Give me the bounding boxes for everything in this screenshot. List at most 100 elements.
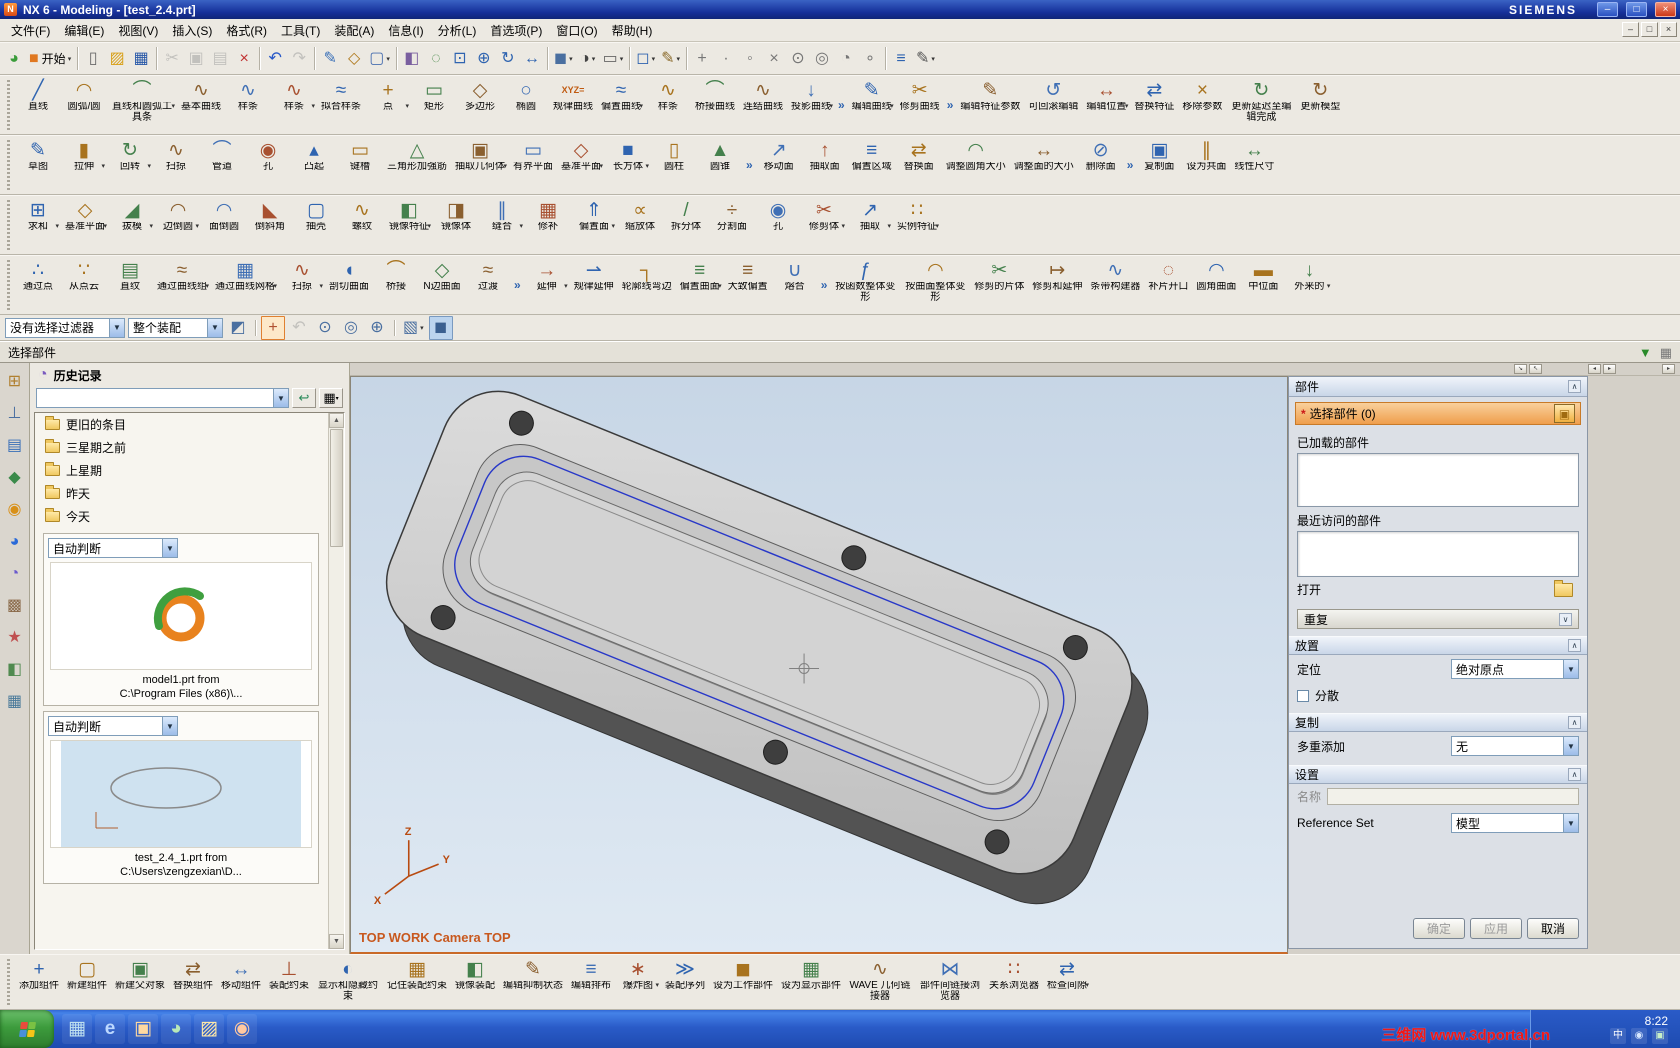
select-previous-button[interactable]: ⊙ — [313, 316, 337, 340]
dropdown-arrow-icon[interactable]: ▾ — [935, 222, 939, 230]
toolbar-button[interactable]: ✎编辑曲线▾ — [848, 76, 896, 134]
toolbar-button[interactable]: ↻更新模型 — [1296, 76, 1344, 134]
toolbar-button[interactable]: ⇀规律延伸 — [570, 256, 618, 314]
zoom-button[interactable]: ⊕ — [472, 47, 496, 71]
redo-button[interactable]: ↷ — [287, 47, 311, 71]
toolbar-button[interactable]: ≈拟合样条 — [317, 76, 365, 134]
dropdown-arrow-icon[interactable]: ▾ — [564, 282, 568, 290]
maximize-button[interactable]: □ — [1626, 2, 1647, 17]
selection-filter-dropdown[interactable]: 没有选择过滤器 ▼ — [5, 318, 125, 338]
toolbar-button[interactable]: ∵从点云 — [61, 256, 107, 314]
dropdown-arrow-icon[interactable]: ▾ — [205, 282, 209, 290]
snap-toggle-button[interactable]: ⊕ — [365, 316, 389, 340]
toolbar-overflow-button[interactable]: » — [835, 98, 848, 112]
select-part-icon[interactable]: ▣ — [1554, 404, 1575, 423]
collapse-chevron-icon[interactable]: ∧ — [1568, 768, 1581, 781]
toolbar-button[interactable]: ✂修剪曲线 — [896, 76, 944, 134]
toolbar-overflow-button[interactable]: » — [743, 158, 756, 172]
dropdown-arrow-icon[interactable]: ▾ — [599, 162, 603, 170]
language-indicator-button[interactable]: 中 — [1610, 1028, 1626, 1044]
toolbar-button[interactable]: ▭有界平面 — [509, 136, 557, 194]
toolbar-button[interactable]: ◠按曲面整体变形 — [900, 256, 970, 314]
dropdown-arrow-icon[interactable]: ▾ — [890, 102, 894, 110]
reference-set-dropdown[interactable]: 模型 ▼ — [1451, 813, 1579, 833]
toolbar-grip[interactable] — [7, 140, 10, 190]
toolbar-button[interactable]: ▢新建组件 — [63, 955, 111, 1009]
toolbar-button[interactable]: →延伸▾ — [524, 256, 570, 314]
toolbar-button[interactable]: ▭矩形 — [411, 76, 457, 134]
multiple-add-dropdown[interactable]: 无 ▼ — [1451, 736, 1579, 756]
document-close-button[interactable]: × — [1660, 22, 1677, 37]
toolbar-button[interactable]: /拆分体 — [663, 196, 709, 254]
render-style-button[interactable]: ▭▾ — [600, 47, 627, 71]
document-minimize-button[interactable]: – — [1622, 22, 1639, 37]
shaded-view-button[interactable]: ◼▾ — [551, 47, 576, 71]
toolbar-button[interactable]: ■长方体▾ — [605, 136, 651, 194]
history-palette-button[interactable]: ◔ — [4, 563, 26, 585]
nx-logo-button[interactable]: ◕ — [2, 47, 26, 71]
apply-button[interactable]: 应用 — [1470, 918, 1522, 939]
toolbar-button[interactable]: ▦记住装配约束 — [383, 955, 451, 1009]
toolbar-button[interactable]: ✎编辑特征参数 — [956, 76, 1024, 134]
toolbar-button[interactable]: ⇄替换面 — [896, 136, 942, 194]
toolbar-button[interactable]: ⇄替换特征 — [1130, 76, 1178, 134]
toolbar-button[interactable]: ◇基准平面▾ — [557, 136, 605, 194]
toolbar-button[interactable]: ◠圆弧/圆 — [61, 76, 107, 134]
toolbar-button[interactable]: ≈偏置曲线▾ — [597, 76, 645, 134]
document-restore-button[interactable]: □ — [1641, 22, 1658, 37]
reuse-library-button[interactable]: ◆ — [4, 467, 26, 489]
toolbar-button[interactable]: ◼设为工作部件 — [709, 955, 777, 1009]
half-shade-button[interactable]: ◑▾ — [576, 47, 600, 71]
toolbar-button[interactable]: ∿基本曲线 — [177, 76, 225, 134]
history-entry-card[interactable]: 自动判断▼test_2.4_1.prt fromC:\Users\zengzex… — [43, 711, 319, 884]
toolbar-button[interactable]: ⌒桥接 — [373, 256, 419, 314]
update-status-icon[interactable]: ▼ — [1639, 346, 1652, 359]
toolbar-grip[interactable] — [7, 959, 10, 1005]
toolbar-button[interactable]: ∗爆炸图▾ — [615, 955, 661, 1009]
toolbar-button[interactable]: +点▾ — [365, 76, 411, 134]
entry-mode-dropdown[interactable]: 自动判断▼ — [48, 538, 178, 558]
toolbar-button[interactable]: ◇基准平面▾ — [61, 196, 109, 254]
toolbar-button[interactable]: ▭键槽 — [337, 136, 383, 194]
panel-expand-icon[interactable]: ▸ — [1662, 364, 1675, 374]
toolbar-button[interactable]: ⊞求和▾ — [15, 196, 61, 254]
history-scrollbar[interactable]: ▲ ▼ — [328, 413, 344, 949]
dropdown-arrow-icon[interactable]: ▾ — [1327, 282, 1331, 290]
toolbar-button[interactable]: ⊥装配约束 — [265, 955, 313, 1009]
loaded-parts-list[interactable] — [1297, 453, 1579, 507]
toolbar-button[interactable]: ◠面倒圆 — [201, 196, 247, 254]
cancel-button[interactable]: 取消 — [1527, 918, 1579, 939]
toolbar-button[interactable]: ▢抽壳 — [293, 196, 339, 254]
toolbar-button[interactable]: ◉孔 — [245, 136, 291, 194]
collapse-chevron-icon[interactable]: ∧ — [1568, 380, 1581, 393]
toolbar-button[interactable]: ⇄替换组件 — [169, 955, 217, 1009]
history-folder-item[interactable]: 今天 — [35, 505, 327, 528]
window-switch-button[interactable]: ▢▾ — [366, 47, 393, 71]
placement-section-header[interactable]: 放置 ∧ — [1289, 636, 1587, 655]
toolbar-overflow-button[interactable]: » — [944, 98, 957, 112]
save-button[interactable]: ▦ — [129, 47, 153, 71]
history-entry-card[interactable]: 自动判断▼model1.prt fromC:\Program Files (x8… — [43, 533, 319, 706]
expand-chevron-icon[interactable]: ∨ — [1559, 613, 1572, 626]
customize-button[interactable]: ✎▾ — [913, 47, 938, 71]
toolbar-button[interactable]: ✎草图 — [15, 136, 61, 194]
toolbar-button[interactable]: ∿连结曲线 — [739, 76, 787, 134]
dropdown-arrow-icon[interactable]: ▾ — [101, 162, 105, 170]
toolbar-button[interactable]: ∿样条 — [645, 76, 691, 134]
point-on-curve-button[interactable]: ∘ — [858, 47, 882, 71]
rectangle-select-button[interactable]: ▧▾ — [400, 316, 427, 340]
intersection-point-button[interactable]: ⊙ — [786, 47, 810, 71]
scrollbar-thumb[interactable] — [330, 429, 343, 547]
positioning-dropdown[interactable]: 绝对原点 ▼ — [1451, 659, 1579, 679]
toolbar-button[interactable]: ◨镜像体 — [433, 196, 479, 254]
toolbar-button[interactable]: ✎编辑抑制状态 — [499, 955, 567, 1009]
toolbar-button[interactable]: ▤直纹 — [107, 256, 153, 314]
preview-options-button[interactable]: ▦▾ — [319, 388, 343, 408]
toolbar-button[interactable]: ○椭圆 — [503, 76, 549, 134]
toolbar-button[interactable]: ∿条带构建器 — [1086, 256, 1144, 314]
toolbar-button[interactable]: ◉孔 — [755, 196, 801, 254]
explorer-folder-button[interactable]: ▨ — [194, 1014, 224, 1044]
part-section-header[interactable]: 部件 ∧ — [1289, 377, 1587, 397]
sketch-button[interactable]: ✎ — [318, 47, 342, 71]
collapse-chevron-icon[interactable]: ∧ — [1568, 716, 1581, 729]
